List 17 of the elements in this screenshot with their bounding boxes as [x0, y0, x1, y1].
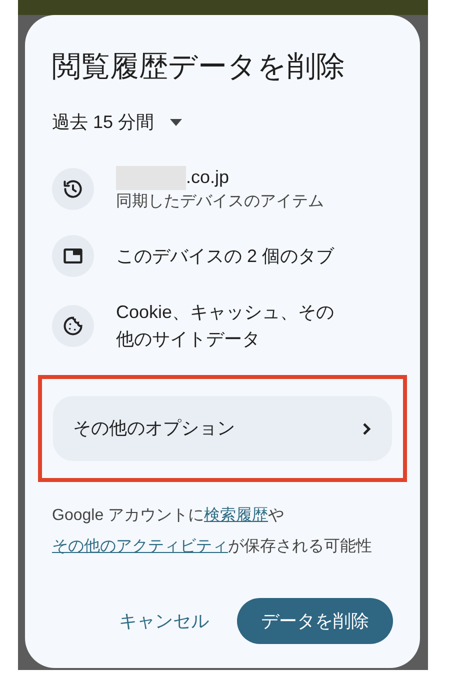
cancel-button[interactable]: キャンセル [109, 598, 219, 644]
item-title: Cookie、キャッシュ、その他のサイトデータ [116, 301, 336, 351]
item-title: このデバイスの 2 個のタブ [116, 244, 336, 268]
time-range-value: 過去 15 分間 [52, 111, 154, 134]
other-activity-link[interactable]: その他のアクティビティ [52, 538, 228, 555]
more-options-button[interactable]: その他のオプション [53, 396, 392, 461]
chevron-right-icon [362, 422, 372, 436]
cookie-icon [62, 315, 84, 337]
item-subtitle: 同期したデバイスのアイテム [116, 192, 325, 212]
item-title: .co.jp [186, 166, 230, 189]
search-history-link[interactable]: 検索履歴 [204, 507, 268, 524]
caret-icon [170, 119, 182, 126]
account-notice: Google アカウントに検索履歴や その他のアクティビティ が保存される可能性 [52, 506, 373, 557]
delete-data-button[interactable]: データを削除 [237, 598, 393, 644]
time-range-dropdown[interactable]: 過去 15 分間 [52, 109, 182, 136]
history-icon [62, 178, 84, 200]
dialog-title: 閲覧履歴データを削除 [52, 50, 346, 85]
